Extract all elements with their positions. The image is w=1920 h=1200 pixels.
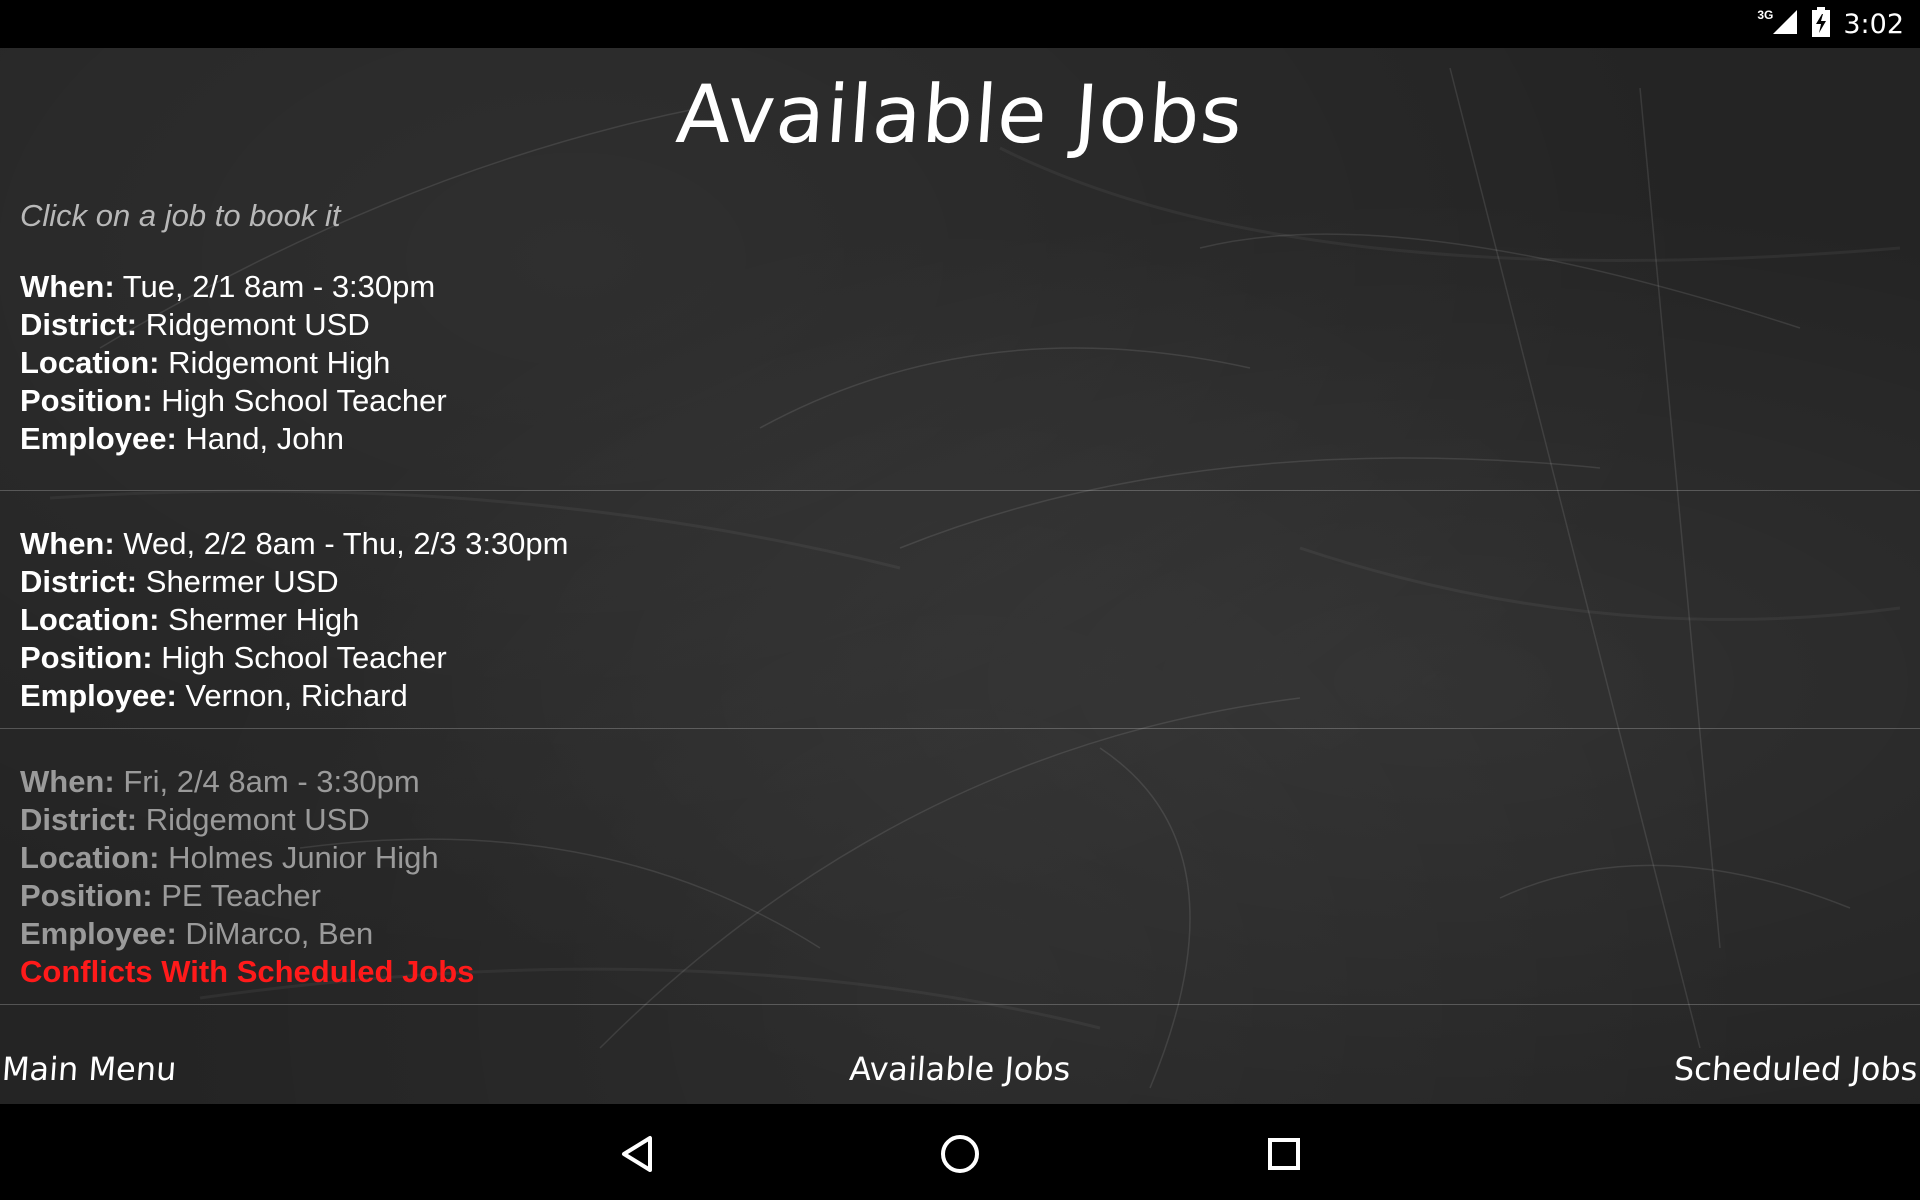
district-label: District:	[20, 307, 138, 342]
conflict-warning: Conflicts With Scheduled Jobs	[20, 954, 475, 989]
district-value: Shermer USD	[145, 564, 339, 599]
when-label: When:	[20, 764, 115, 799]
position-label: Position:	[20, 383, 153, 418]
job-position: Position: High School Teacher	[20, 382, 447, 420]
location-label: Location:	[20, 602, 160, 637]
back-icon[interactable]	[614, 1130, 662, 1178]
instruction-hint: Click on a job to book it	[20, 198, 341, 233]
app-screen: 3G 3:02 Available Jobs Click on a job to…	[0, 0, 1920, 1200]
position-label: Position:	[20, 878, 153, 913]
position-label: Position:	[20, 640, 153, 675]
when-value: Fri, 2/4 8am - 3:30pm	[123, 764, 420, 799]
location-value: Ridgemont High	[168, 345, 391, 380]
battery-icon	[1811, 6, 1831, 42]
employee-value: DiMarco, Ben	[185, 916, 374, 951]
employee-label: Employee:	[20, 916, 177, 951]
signal-icon	[1771, 8, 1799, 41]
when-value: Tue, 2/1 8am - 3:30pm	[122, 269, 436, 304]
job-district: District: Ridgemont USD	[20, 801, 370, 839]
job-district: District: Shermer USD	[20, 563, 339, 601]
home-icon[interactable]	[936, 1130, 984, 1178]
location-value: Shermer High	[168, 602, 360, 637]
job-location: Location: Holmes Junior High	[20, 839, 439, 877]
when-label: When:	[20, 269, 115, 304]
chalkboard-background: Available Jobs Click on a job to book it…	[0, 48, 1920, 1104]
location-label: Location:	[20, 840, 160, 875]
employee-label: Employee:	[20, 421, 177, 456]
job-when: When: Tue, 2/1 8am - 3:30pm	[20, 268, 435, 306]
recents-icon[interactable]	[1260, 1130, 1308, 1178]
system-navigation-bar	[0, 1104, 1920, 1200]
district-label: District:	[20, 802, 138, 837]
page-title: Available Jobs	[673, 68, 1247, 161]
job-when: When: Wed, 2/2 8am - Thu, 2/3 3:30pm	[20, 525, 568, 563]
job-employee: Employee: DiMarco, Ben	[20, 915, 373, 953]
job-employee: Employee: Vernon, Richard	[20, 677, 408, 715]
job-when: When: Fri, 2/4 8am - 3:30pm	[20, 763, 420, 801]
district-label: District:	[20, 564, 138, 599]
district-value: Ridgemont USD	[145, 307, 370, 342]
location-value: Holmes Junior High	[168, 840, 439, 875]
employee-value: Vernon, Richard	[185, 678, 408, 713]
district-value: Ridgemont USD	[145, 802, 370, 837]
job-item[interactable]: When: Wed, 2/2 8am - Thu, 2/3 3:30pm Dis…	[0, 491, 1920, 729]
available-jobs-link[interactable]: Available Jobs	[0, 1050, 1920, 1088]
status-icons: 3G 3:02	[1757, 0, 1904, 48]
status-clock: 3:02	[1843, 8, 1904, 40]
status-bar: 3G 3:02	[0, 0, 1920, 48]
scheduled-jobs-link[interactable]: Scheduled Jobs	[1673, 1050, 1919, 1088]
employee-label: Employee:	[20, 678, 177, 713]
job-item[interactable]: When: Tue, 2/1 8am - 3:30pm District: Ri…	[0, 268, 1920, 491]
job-item-conflict[interactable]: When: Fri, 2/4 8am - 3:30pm District: Ri…	[0, 729, 1920, 1005]
job-location: Location: Ridgemont High	[20, 344, 390, 382]
job-position: Position: High School Teacher	[20, 639, 447, 677]
position-value: High School Teacher	[161, 383, 447, 418]
location-label: Location:	[20, 345, 160, 380]
job-district: District: Ridgemont USD	[20, 306, 370, 344]
when-label: When:	[20, 526, 115, 561]
job-employee: Employee: Hand, John	[20, 420, 344, 458]
network-type-label: 3G	[1757, 8, 1774, 22]
when-value: Wed, 2/2 8am - Thu, 2/3 3:30pm	[123, 526, 569, 561]
job-position: Position: PE Teacher	[20, 877, 321, 915]
employee-value: Hand, John	[185, 421, 344, 456]
position-value: High School Teacher	[161, 640, 447, 675]
position-value: PE Teacher	[161, 878, 321, 913]
job-location: Location: Shermer High	[20, 601, 359, 639]
